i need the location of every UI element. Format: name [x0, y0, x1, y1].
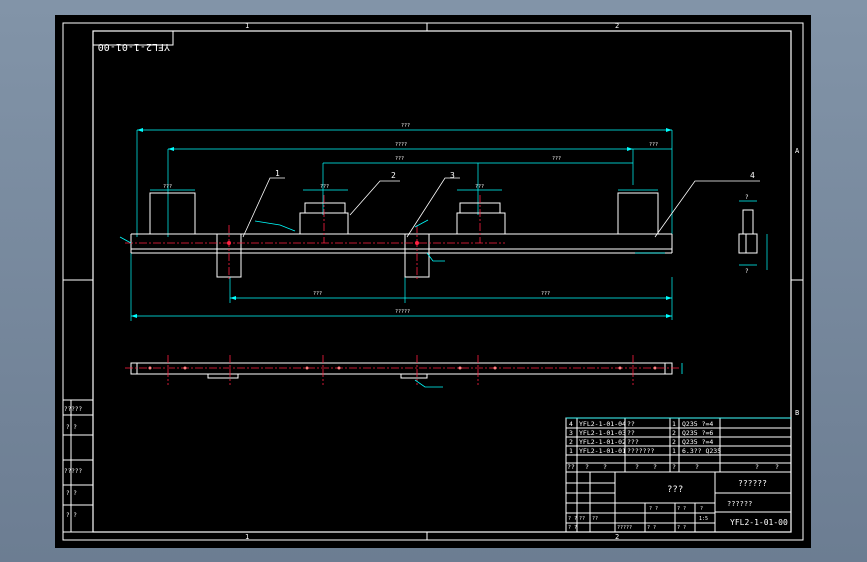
- parts-header-no: ??: [567, 463, 575, 471]
- part-no-4: 4: [569, 420, 573, 428]
- zone-col-1-top: 1: [245, 22, 249, 30]
- margin-label-5: ? ?: [66, 512, 77, 519]
- part-qty-1: 1: [672, 447, 676, 455]
- zone-col-1-bottom: 1: [245, 533, 249, 541]
- dim-span-upper: ????: [395, 142, 407, 148]
- dim-bottom-total: ?????: [395, 309, 410, 315]
- dim-overall-length: ???: [401, 123, 410, 129]
- title-scale-cell-1: ? ?: [649, 506, 658, 512]
- part-qty-3: 2: [672, 429, 676, 437]
- dim-right-lower: ???: [541, 291, 550, 297]
- margin-label-1: ?????: [64, 406, 82, 413]
- part-no-1: 1: [569, 447, 573, 455]
- title-small-7: ? ?: [677, 525, 686, 531]
- zone-col-2-top: 2: [615, 22, 619, 30]
- plan-centre-line: [125, 355, 680, 385]
- title-small-8: 1:5: [699, 516, 708, 522]
- side-label-a: ?: [745, 194, 749, 201]
- part-code-3: YFL2-1-01-03: [579, 429, 626, 437]
- cad-drawing: 1 2 1 2 A B YFL2-1-01-00 ??? ???? ??? ??…: [62, 22, 804, 541]
- part-code-2: YFL2-1-01-02: [579, 438, 626, 446]
- weld-symbols: [119, 219, 665, 262]
- frame-inner: [92, 30, 792, 533]
- frame-outer: [62, 22, 804, 541]
- part-name-3: ??: [627, 429, 635, 437]
- margin-label-4: ? ?: [66, 490, 77, 497]
- title-scale-cell-3: ?: [700, 506, 703, 512]
- plan-view: [130, 362, 673, 379]
- dim-seg2: ???: [552, 156, 561, 162]
- dim-small-right: ???: [475, 184, 484, 190]
- title-small-4: ? ?: [568, 525, 577, 531]
- parts-header-code-b: ?: [603, 463, 607, 471]
- parts-header-note-b: ?: [775, 463, 779, 471]
- title-company: ??????: [738, 479, 767, 488]
- part-no-3: 3: [569, 429, 573, 437]
- balloon-4: 4: [750, 171, 755, 180]
- centre-lines: [125, 195, 505, 280]
- balloon-3: 3: [450, 171, 455, 180]
- margin-label-2: ? ?: [66, 424, 77, 431]
- zone-col-2-bottom: 2: [615, 533, 619, 541]
- part-material-4: Q235 ?=4: [682, 420, 713, 428]
- part-no-2: 2: [569, 438, 573, 446]
- title-scale-cell-2: ? ?: [677, 506, 686, 512]
- parts-header-name-b: ?: [653, 463, 657, 471]
- part-name-1: ???????: [627, 447, 654, 455]
- rail-supports: [149, 192, 659, 278]
- balloon-1: 1: [275, 169, 280, 178]
- parts-header-note: ?: [755, 463, 759, 471]
- title-small-2: ??: [579, 516, 585, 522]
- side-label-b: ?: [745, 268, 749, 275]
- mirrored-title: YFL2-1-01-00: [98, 41, 170, 52]
- cad-drawing-canvas: 1 2 1 2 A B YFL2-1-01-00 ??? ???? ??? ??…: [55, 15, 811, 548]
- margin-label-3: ?????: [64, 468, 82, 475]
- dim-small-left: ???: [163, 184, 172, 190]
- part-code-4: YFL2-1-01-04: [579, 420, 626, 428]
- side-view: [738, 209, 758, 254]
- title-small-3: ??: [592, 516, 598, 522]
- part-material-3: Q235 ?=6: [682, 429, 713, 437]
- dim-right-end: ???: [649, 142, 658, 148]
- zone-ticks: [63, 23, 803, 540]
- part-material-2: Q235 ?=4: [682, 438, 713, 446]
- dim-seg1: ???: [395, 156, 404, 162]
- zone-row-a: A: [795, 147, 800, 155]
- title-small-5: ?????: [617, 525, 632, 531]
- parts-header-material: ?: [695, 463, 699, 471]
- part-code-1: YFL2-1-01-01: [579, 447, 626, 455]
- title-small-6: ? ?: [647, 525, 656, 531]
- parts-header-qty: ?: [672, 463, 676, 471]
- title-drawing-number: YFL2-1-01-00: [730, 518, 788, 527]
- part-name-2: ???: [627, 438, 639, 446]
- part-qty-2: 2: [672, 438, 676, 446]
- rail-body: [130, 233, 673, 254]
- title-small-1: ? ?: [568, 516, 577, 522]
- part-material-1: 6.3?? Q235: [682, 447, 721, 455]
- parts-header-name: ?: [635, 463, 639, 471]
- parts-header-code: ?: [585, 463, 589, 471]
- part-qty-4: 1: [672, 420, 676, 428]
- title-part-name: ???: [667, 485, 683, 495]
- part-name-4: ??: [627, 420, 635, 428]
- dim-small-mid: ???: [320, 184, 329, 190]
- balloon-2: 2: [391, 171, 396, 180]
- plan-dims: [414, 363, 683, 388]
- title-sub-company: ??????: [727, 500, 752, 508]
- dim-left-lower: ???: [313, 291, 322, 297]
- zone-row-b: B: [795, 409, 799, 417]
